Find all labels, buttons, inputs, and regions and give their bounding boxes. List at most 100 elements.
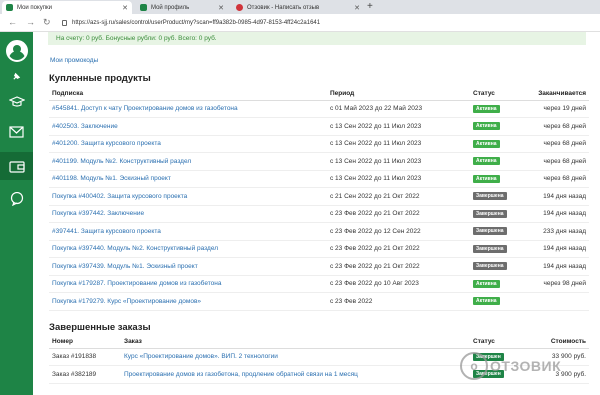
status-badge: Завершена xyxy=(473,209,507,218)
table-row: Покупка #397440. Модуль №2. Конструктивн… xyxy=(49,240,589,258)
status-cell: Завершена xyxy=(470,257,525,276)
period-cell: с 13 Сен 2022 до 11 Июл 2023 xyxy=(327,135,470,153)
status-cell: Активна xyxy=(470,100,525,118)
sidebar xyxy=(0,32,33,395)
column-header: Номер xyxy=(49,336,121,349)
subscription-link[interactable]: Покупка #400402. Защита курсового проект… xyxy=(52,193,187,200)
sidebar-item-messages[interactable] xyxy=(0,122,33,142)
table-row: Покупка #179287. Проектирование домов из… xyxy=(49,275,589,293)
subscription-link[interactable]: #402503. Заключение xyxy=(52,123,118,130)
order-cell: Проектирование домов из газобетона, прод… xyxy=(121,365,470,384)
ends-cell: через 68 дней xyxy=(525,117,589,136)
table-row: #397441. Защита курсового проекта с 23 Фе… xyxy=(49,222,589,241)
period-cell: с 13 Сен 2022 до 11 Июл 2023 xyxy=(327,152,470,171)
sidebar-profile[interactable] xyxy=(0,36,33,66)
new-tab-icon[interactable]: + xyxy=(367,1,373,12)
status-badge: Активна xyxy=(473,297,500,306)
subscription-link[interactable]: Покупка #179279. Курс «Проектирование до… xyxy=(52,298,201,305)
status-badge: Завершена xyxy=(473,262,507,271)
purchased-products-table: Подписка Период Статус Заканчивается #54… xyxy=(49,88,589,311)
status-badge: Завершена xyxy=(473,192,507,201)
table-row: #401198. Модуль №1. Эскизный проект с 13 … xyxy=(49,170,589,188)
close-tab-icon[interactable]: ✕ xyxy=(122,4,128,12)
close-tab-icon[interactable]: ✕ xyxy=(218,4,224,12)
ends-cell: через 68 дней xyxy=(525,135,589,153)
sidebar-item-chat[interactable] xyxy=(0,189,33,209)
ends-cell: через 68 дней xyxy=(525,152,589,171)
url-field[interactable]: https://azs-sjj.ru/sales/control/userPro… xyxy=(62,17,582,29)
reload-icon[interactable]: ↻ xyxy=(43,17,51,28)
subscription-cell: Покупка #179287. Проектирование домов из… xyxy=(49,275,327,293)
table-row: Покупка #397442. Заключение с 23 Фев 2022… xyxy=(49,205,589,223)
pin-icon xyxy=(13,72,21,80)
otzovik-watermark: о ОТЗОВИК xyxy=(460,352,561,380)
mail-icon xyxy=(9,126,24,138)
subscription-link[interactable]: Покупка #179287. Проектирование домов из… xyxy=(52,280,221,287)
watermark-logo-icon: о xyxy=(460,352,488,380)
subscription-link[interactable]: #401200. Защита курсового проекта xyxy=(52,140,161,147)
subscription-link[interactable]: Покупка #397442. Заключение xyxy=(52,210,144,217)
subscription-link[interactable]: Покупка #397439. Модуль №1. Эскизный про… xyxy=(52,263,198,270)
status-badge: Активна xyxy=(473,139,500,148)
status-cell: Завершена xyxy=(470,222,525,241)
subscription-link[interactable]: #401199. Модуль №2. Конструктивный разде… xyxy=(52,158,191,165)
forward-arrow-icon[interactable]: → xyxy=(26,17,35,27)
column-header: Период xyxy=(327,88,470,101)
browser-tab-my-purchases[interactable]: Мои покупки ✕ xyxy=(2,1,132,14)
period-cell: с 21 Сен 2022 до 21 Окт 2022 xyxy=(327,187,470,206)
sidebar-item-purchases[interactable] xyxy=(0,152,33,180)
order-number-cell: Заказ #191838 xyxy=(49,348,121,366)
table-header-row: Номер Заказ Статус Стоимость xyxy=(49,336,589,349)
subscription-link[interactable]: Покупка #397440. Модуль №2. Конструктивн… xyxy=(52,245,218,252)
order-link[interactable]: Проектирование домов из газобетона, прод… xyxy=(124,371,358,378)
order-cell: Курс «Проектирование домов». ВИП. 2 техн… xyxy=(121,348,470,366)
status-cell: Активна xyxy=(470,275,525,293)
status-cell: Завершена xyxy=(470,187,525,206)
status-cell: Завершена xyxy=(470,240,525,258)
status-badge: Активна xyxy=(473,174,500,183)
subscription-cell: Покупка #397439. Модуль №1. Эскизный про… xyxy=(49,257,327,276)
subscription-cell: #397441. Защита курсового проекта xyxy=(49,222,327,241)
period-cell: с 23 Фев 2022 до 21 Окт 2022 xyxy=(327,205,470,223)
subscription-cell: #401200. Защита курсового проекта xyxy=(49,135,327,153)
site-favicon-icon xyxy=(6,4,13,11)
avatar xyxy=(5,40,28,62)
watermark-text: ОТЗОВИК xyxy=(490,358,562,374)
period-cell: с 23 Фев 2022 до 21 Окт 2022 xyxy=(327,240,470,258)
url-text: https://azs-sjj.ru/sales/control/userPro… xyxy=(72,20,321,26)
table-row: #401200. Защита курсового проекта с 13 Се… xyxy=(49,135,589,153)
subscription-link[interactable]: #545841. Доступ к чату Проектирование до… xyxy=(52,105,238,112)
period-cell: с 23 Фев 2022 до 12 Сен 2022 xyxy=(327,222,470,241)
column-header: Статус xyxy=(470,336,525,349)
table-row: #402503. Заключение с 13 Сен 2022 до 11 И… xyxy=(49,117,589,136)
status-badge: Завершена xyxy=(473,244,507,253)
status-cell: Активна xyxy=(470,117,525,136)
sidebar-item-courses[interactable] xyxy=(0,92,33,112)
period-cell: с 23 Фев 2022 до 10 Авг 2023 xyxy=(327,275,470,293)
subscription-cell: Покупка #179279. Курс «Проектирование до… xyxy=(49,292,327,311)
tab-title: Мои покупки xyxy=(17,4,52,11)
sidebar-item-pin[interactable] xyxy=(0,69,33,83)
table-row: Покупка #400402. Защита курсового проект… xyxy=(49,187,589,206)
subscription-link[interactable]: #397441. Защита курсового проекта xyxy=(52,228,161,235)
browser-tab-otzovik[interactable]: Отзовик - Написать отзыв ✕ xyxy=(232,1,364,14)
order-link[interactable]: Курс «Проектирование домов». ВИП. 2 техн… xyxy=(124,353,278,360)
ends-cell xyxy=(525,292,589,311)
ends-cell: 194 дня назад xyxy=(525,205,589,223)
table-row: Покупка #397439. Модуль №1. Эскизный про… xyxy=(49,257,589,276)
lock-icon xyxy=(62,20,67,26)
subscription-cell: #401199. Модуль №2. Конструктивный разде… xyxy=(49,152,327,171)
back-arrow-icon[interactable]: ← xyxy=(8,17,17,27)
ends-cell: 194 дня назад xyxy=(525,187,589,206)
status-cell: Активна xyxy=(470,135,525,153)
subscription-link[interactable]: #401198. Модуль №1. Эскизный проект xyxy=(52,175,171,182)
table-row: #401199. Модуль №2. Конструктивный разде… xyxy=(49,152,589,171)
completed-orders-title: Завершенные заказы xyxy=(49,322,151,333)
subscription-cell: #545841. Доступ к чату Проектирование до… xyxy=(49,100,327,118)
promo-codes-link[interactable]: Мои промокоды xyxy=(50,57,98,64)
status-badge: Активна xyxy=(473,104,500,113)
period-cell: с 01 Май 2023 до 22 Май 2023 xyxy=(327,100,470,118)
close-tab-icon[interactable]: ✕ xyxy=(354,4,360,12)
ends-cell: через 68 дней xyxy=(525,170,589,188)
browser-tab-my-profile[interactable]: Мой профиль ✕ xyxy=(136,1,228,14)
